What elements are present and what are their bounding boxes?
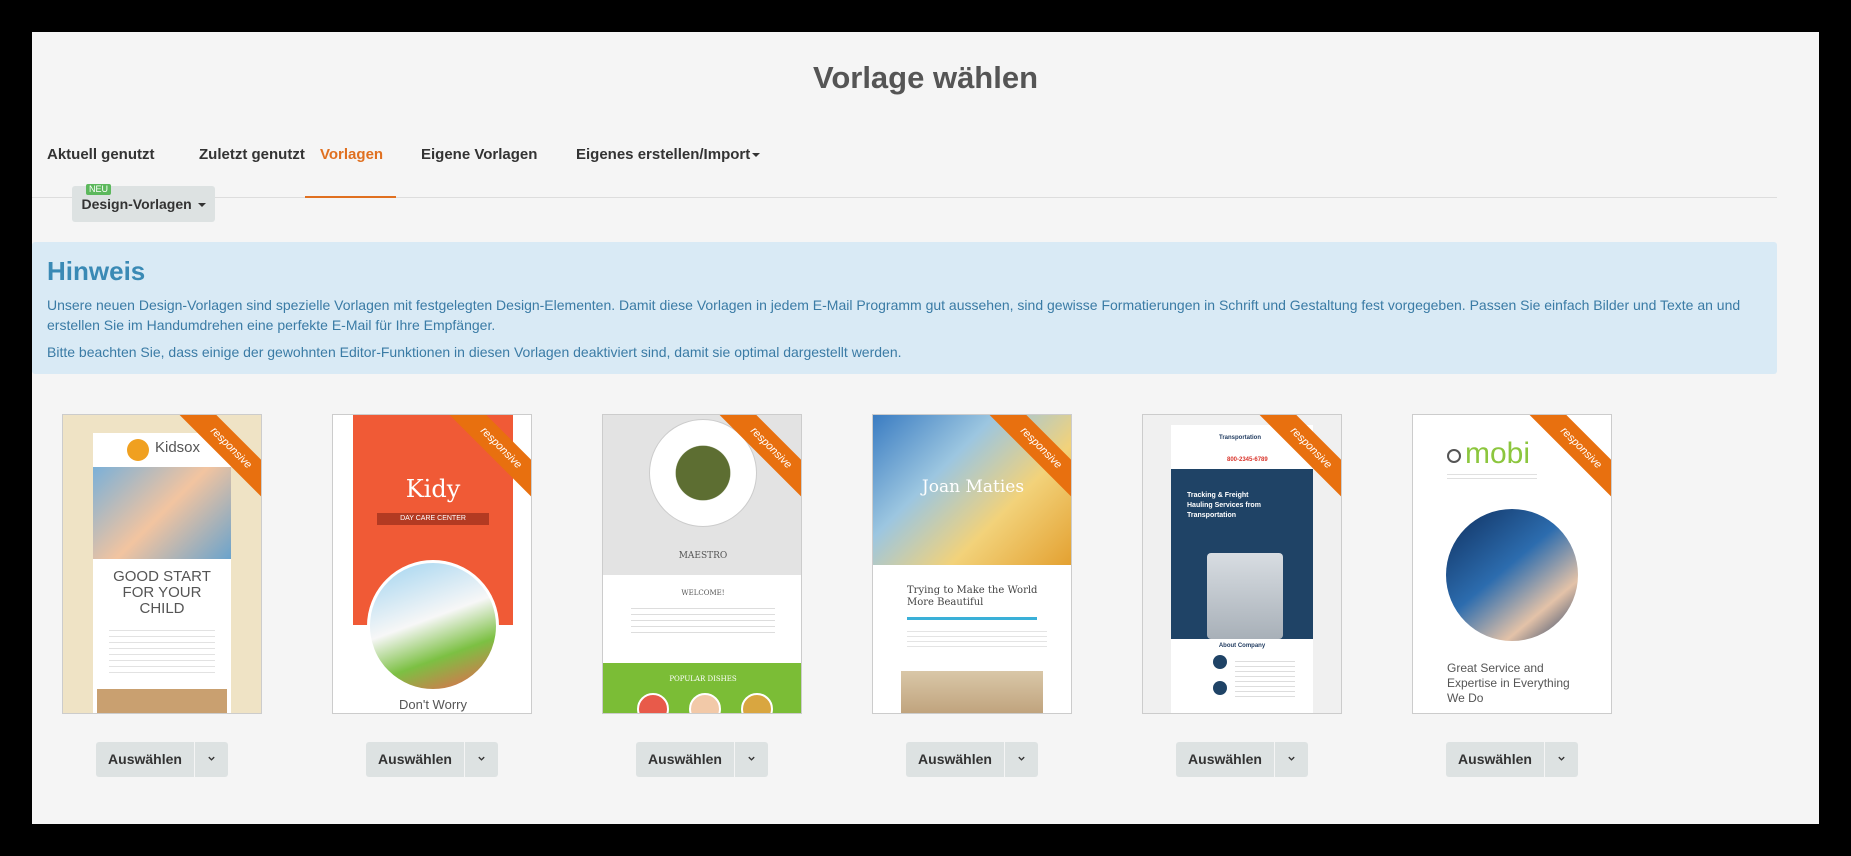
tab-vorlagen[interactable]: Vorlagen	[305, 132, 396, 198]
logo-icon	[127, 439, 149, 461]
template-logo: Kidy	[405, 475, 461, 503]
template-headline: GOOD START FOR YOUR CHILD	[113, 568, 211, 617]
select-button[interactable]: Auswählen	[1446, 742, 1544, 777]
template-photo	[901, 671, 1043, 713]
template-headline: Great Service and Expertise in Everythin…	[1447, 661, 1570, 705]
template-icon	[1213, 655, 1227, 669]
template-welcome: WELCOME!	[681, 589, 725, 597]
notice-text-2: Bitte beachten Sie, dass einige der gewo…	[47, 344, 902, 360]
template-card-joan-maties[interactable]: Joan Maties Trying to Make the World Mor…	[872, 414, 1072, 714]
template-card-maestro[interactable]: MAESTRO WELCOME! POPULAR DISHES responsi…	[602, 414, 802, 714]
notice-box: Hinweis Unsere neuen Design-Vorlagen sin…	[32, 242, 1777, 374]
template-section-title: About Company	[1218, 643, 1266, 649]
template-body-text	[1235, 657, 1295, 697]
design-vorlagen-label: Design-Vorlagen	[81, 196, 192, 212]
select-options-button[interactable]	[735, 742, 768, 777]
select-options-button[interactable]	[465, 742, 498, 777]
template-headline: Tracking & Freight Hauling Services from…	[1187, 492, 1261, 519]
app-window: Vorlage wählen Aktuell genutzt Zuletzt g…	[32, 32, 1819, 824]
chevron-down-icon	[1558, 756, 1565, 761]
template-body-text	[631, 603, 775, 633]
template-logo: mobi	[1465, 437, 1531, 470]
chevron-down-icon	[748, 756, 755, 761]
notice-title: Hinweis	[47, 256, 146, 286]
template-card-mobi[interactable]: mobi Great Service and Expertise in Ever…	[1412, 414, 1612, 714]
template-body-text	[109, 625, 215, 675]
template-section-title: POPULAR DISHES	[669, 675, 737, 683]
select-options-button[interactable]	[195, 742, 228, 777]
template-photo	[367, 560, 499, 692]
template-card-kidsox[interactable]: Kidsox GOOD START FOR YOUR CHILD respons…	[62, 414, 262, 714]
caret-down-icon	[197, 203, 206, 208]
template-phone: 800-2345-6789	[1227, 457, 1268, 463]
tab-label: Eigenes erstellen/Import	[576, 146, 751, 163]
caret-down-icon	[752, 153, 761, 158]
template-card-kidy[interactable]: Kidy DAY CARE CENTER Don't Worry respons…	[332, 414, 532, 714]
template-logo: MAESTRO	[678, 551, 728, 561]
responsive-ribbon: responsive	[1529, 415, 1611, 500]
chevron-down-icon	[208, 756, 215, 761]
notice-text-1: Unsere neuen Design-Vorlagen sind spezie…	[47, 297, 1741, 333]
template-logo: Kidsox	[155, 439, 201, 456]
template-card-transportation[interactable]: Transportation 800-2345-6789 Tracking & …	[1142, 414, 1342, 714]
template-truck-image	[1207, 553, 1283, 639]
template-body-text	[907, 627, 1047, 649]
template-icon	[1213, 681, 1227, 695]
select-options-button[interactable]	[1005, 742, 1038, 777]
tab-label: Zuletzt genutzt	[199, 146, 305, 163]
chevron-down-icon	[478, 756, 485, 761]
select-button[interactable]: Auswählen	[1176, 742, 1274, 777]
tab-eigene-vorlagen[interactable]: Eigene Vorlagen	[406, 132, 552, 198]
template-photo	[97, 689, 227, 713]
template-subtitle: DAY CARE CENTER	[377, 513, 489, 525]
template-tagline	[1447, 471, 1537, 479]
select-button[interactable]: Auswählen	[96, 742, 194, 777]
tab-label: Aktuell genutzt	[47, 146, 155, 163]
tab-bar: Aktuell genutzt Zuletzt genutzt Vorlagen…	[32, 132, 1777, 198]
template-logo: Joan Maties	[921, 477, 1025, 497]
template-logo: Transportation	[1219, 435, 1262, 441]
new-badge: NEU	[86, 184, 112, 195]
select-button[interactable]: Auswählen	[636, 742, 734, 777]
page-title: Vorlage wählen	[812, 60, 1039, 95]
select-button[interactable]: Auswählen	[906, 742, 1004, 777]
chevron-down-icon	[1288, 756, 1295, 761]
template-headline: Trying to Make the World More Beautiful	[907, 585, 1038, 608]
template-photo	[1446, 509, 1578, 641]
tab-label: Eigene Vorlagen	[421, 146, 538, 163]
select-button[interactable]: Auswählen	[366, 742, 464, 777]
phone-icon	[1447, 449, 1461, 463]
design-vorlagen-dropdown[interactable]: NEU Design-Vorlagen	[72, 184, 215, 222]
tab-label: Vorlagen	[320, 146, 384, 163]
chevron-down-icon	[1018, 756, 1025, 761]
select-options-button[interactable]	[1545, 742, 1578, 777]
template-footer-text: Don't Worry	[399, 697, 467, 712]
template-photo	[93, 467, 231, 559]
tab-eigenes-erstellen-import[interactable]: Eigenes erstellen/Import	[561, 132, 775, 198]
template-link-line	[907, 617, 1037, 620]
select-options-button[interactable]	[1275, 742, 1308, 777]
